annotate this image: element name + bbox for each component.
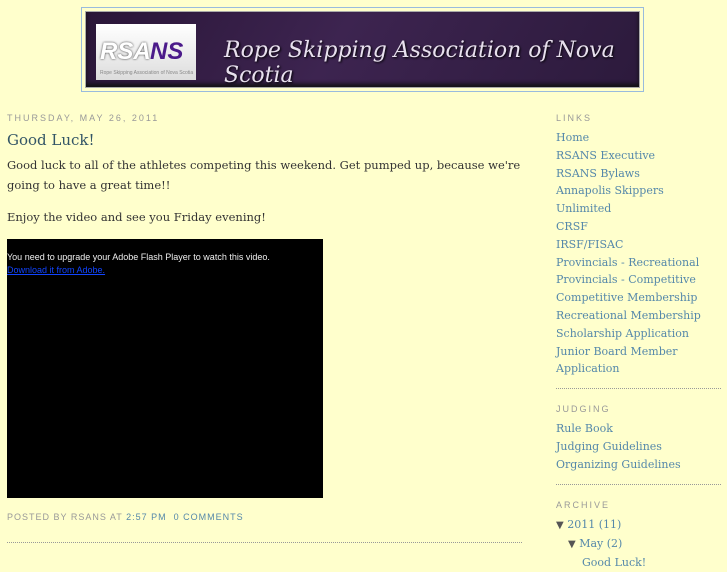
expanded-triangle-icon[interactable]: ▼ bbox=[556, 520, 564, 531]
posted-by: POSTED BY RSANS AT bbox=[7, 512, 123, 522]
sidebar: LINKS Home RSANS Executive RSANS Bylaws Ann… bbox=[556, 113, 721, 572]
sidebar-link[interactable]: IRSF/FISAC bbox=[556, 236, 721, 254]
post-body: Good luck to all of the athletes competi… bbox=[7, 155, 522, 227]
logo: RSA NS Rope Skipping Association of Nova S… bbox=[96, 24, 196, 80]
judging-heading: JUDGING bbox=[556, 404, 611, 415]
sidebar-link[interactable]: Competitive Membership bbox=[556, 289, 721, 307]
sidebar-link[interactable]: CRSF bbox=[556, 218, 721, 236]
flash-video-placeholder[interactable]: You need to upgrade your Adobe Flash Pla… bbox=[7, 239, 323, 498]
sidebar-link[interactable]: Organizing Guidelines bbox=[556, 456, 721, 474]
sidebar-link[interactable]: Provincials - Recreational bbox=[556, 254, 721, 272]
download-flash-link[interactable]: Download it from Adobe. bbox=[7, 265, 105, 275]
judging-section: JUDGING Rule Book Judging Guidelines Organ… bbox=[556, 404, 721, 485]
sidebar-link[interactable]: RSANS Executive bbox=[556, 147, 721, 165]
main-column: THURSDAY, MAY 26, 2011 Good Luck! Good l… bbox=[7, 110, 522, 522]
header: RSA NS Rope Skipping Association of Nova S… bbox=[81, 7, 644, 92]
archive-section: ARCHIVE ▼ 2011 (11) ▼ May (2) Good Luck! bbox=[556, 500, 721, 572]
sidebar-link[interactable]: Rule Book bbox=[556, 420, 721, 438]
sidebar-link[interactable]: Home bbox=[556, 129, 721, 147]
post-date: THURSDAY, MAY 26, 2011 bbox=[7, 113, 160, 123]
divider bbox=[7, 542, 522, 543]
expanded-triangle-icon[interactable]: ▼ bbox=[568, 539, 576, 550]
archive-month-link[interactable]: May bbox=[579, 537, 603, 550]
sidebar-link[interactable]: Scholarship Application bbox=[556, 325, 721, 343]
archive-year-count: (11) bbox=[598, 517, 622, 531]
links-section: LINKS Home RSANS Executive RSANS Bylaws Ann… bbox=[556, 113, 721, 390]
archive-year-link[interactable]: 2011 bbox=[567, 518, 595, 531]
archive-post-link[interactable]: Good Luck! bbox=[556, 554, 721, 572]
archive-month-count: (2) bbox=[606, 536, 623, 550]
blog-title: Rope Skipping Association of Nova Scotia bbox=[224, 38, 615, 88]
post-paragraph: Good luck to all of the athletes competi… bbox=[7, 158, 521, 192]
sidebar-link[interactable]: Junior Board Member Application bbox=[556, 343, 721, 379]
post-time-link[interactable]: 2:57 PM bbox=[126, 512, 167, 522]
sidebar-link[interactable]: Annapolis Skippers Unlimited bbox=[556, 182, 721, 218]
sidebar-link[interactable]: Recreational Membership bbox=[556, 307, 721, 325]
sidebar-link[interactable]: RSANS Bylaws bbox=[556, 165, 721, 183]
archive-year[interactable]: ▼ 2011 (11) bbox=[556, 516, 721, 535]
post-footer: POSTED BY RSANS AT 2:57 PM 0 COMMENTS bbox=[7, 512, 522, 522]
sidebar-link[interactable]: Provincials - Competitive bbox=[556, 271, 721, 289]
post-title[interactable]: Good Luck! bbox=[7, 131, 522, 149]
archive-heading: ARCHIVE bbox=[556, 499, 611, 510]
banner[interactable]: RSA NS Rope Skipping Association of Nova S… bbox=[85, 11, 640, 88]
links-heading: LINKS bbox=[556, 113, 593, 123]
flash-message: You need to upgrade your Adobe Flash Pla… bbox=[7, 252, 270, 262]
comments-link[interactable]: 0 COMMENTS bbox=[174, 512, 244, 522]
sidebar-link[interactable]: Judging Guidelines bbox=[556, 438, 721, 456]
post-paragraph: Enjoy the video and see you Friday eveni… bbox=[7, 210, 266, 224]
archive-month[interactable]: ▼ May (2) bbox=[556, 535, 721, 554]
